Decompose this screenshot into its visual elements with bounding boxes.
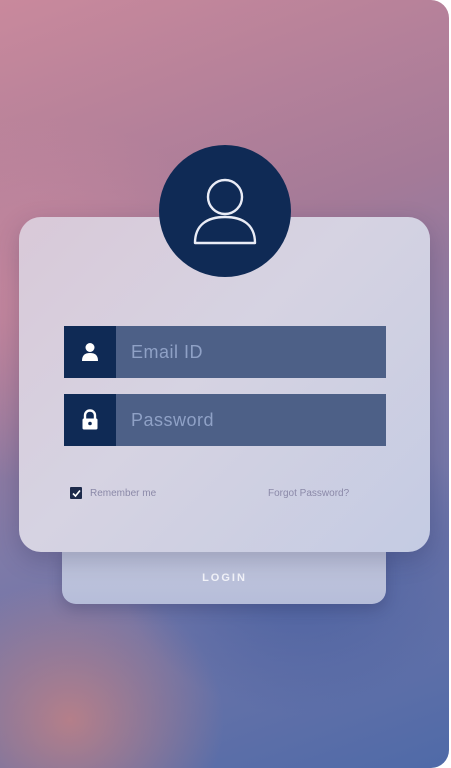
- lock-icon: [64, 394, 116, 446]
- forgot-password-link[interactable]: Forgot Password?: [268, 488, 349, 499]
- remember-me[interactable]: Remember me: [70, 487, 156, 499]
- email-input[interactable]: [116, 326, 386, 378]
- password-input[interactable]: [116, 394, 386, 446]
- remember-checkbox[interactable]: [70, 487, 82, 499]
- check-icon: [71, 489, 81, 497]
- login-screen: LOGIN R: [0, 0, 449, 768]
- email-field: [64, 326, 386, 378]
- user-icon: [64, 326, 116, 378]
- password-field: [64, 394, 386, 446]
- remember-label: Remember me: [90, 487, 157, 499]
- avatar: [159, 145, 291, 277]
- login-button-label: LOGIN: [202, 572, 247, 584]
- user-icon: [193, 178, 257, 245]
